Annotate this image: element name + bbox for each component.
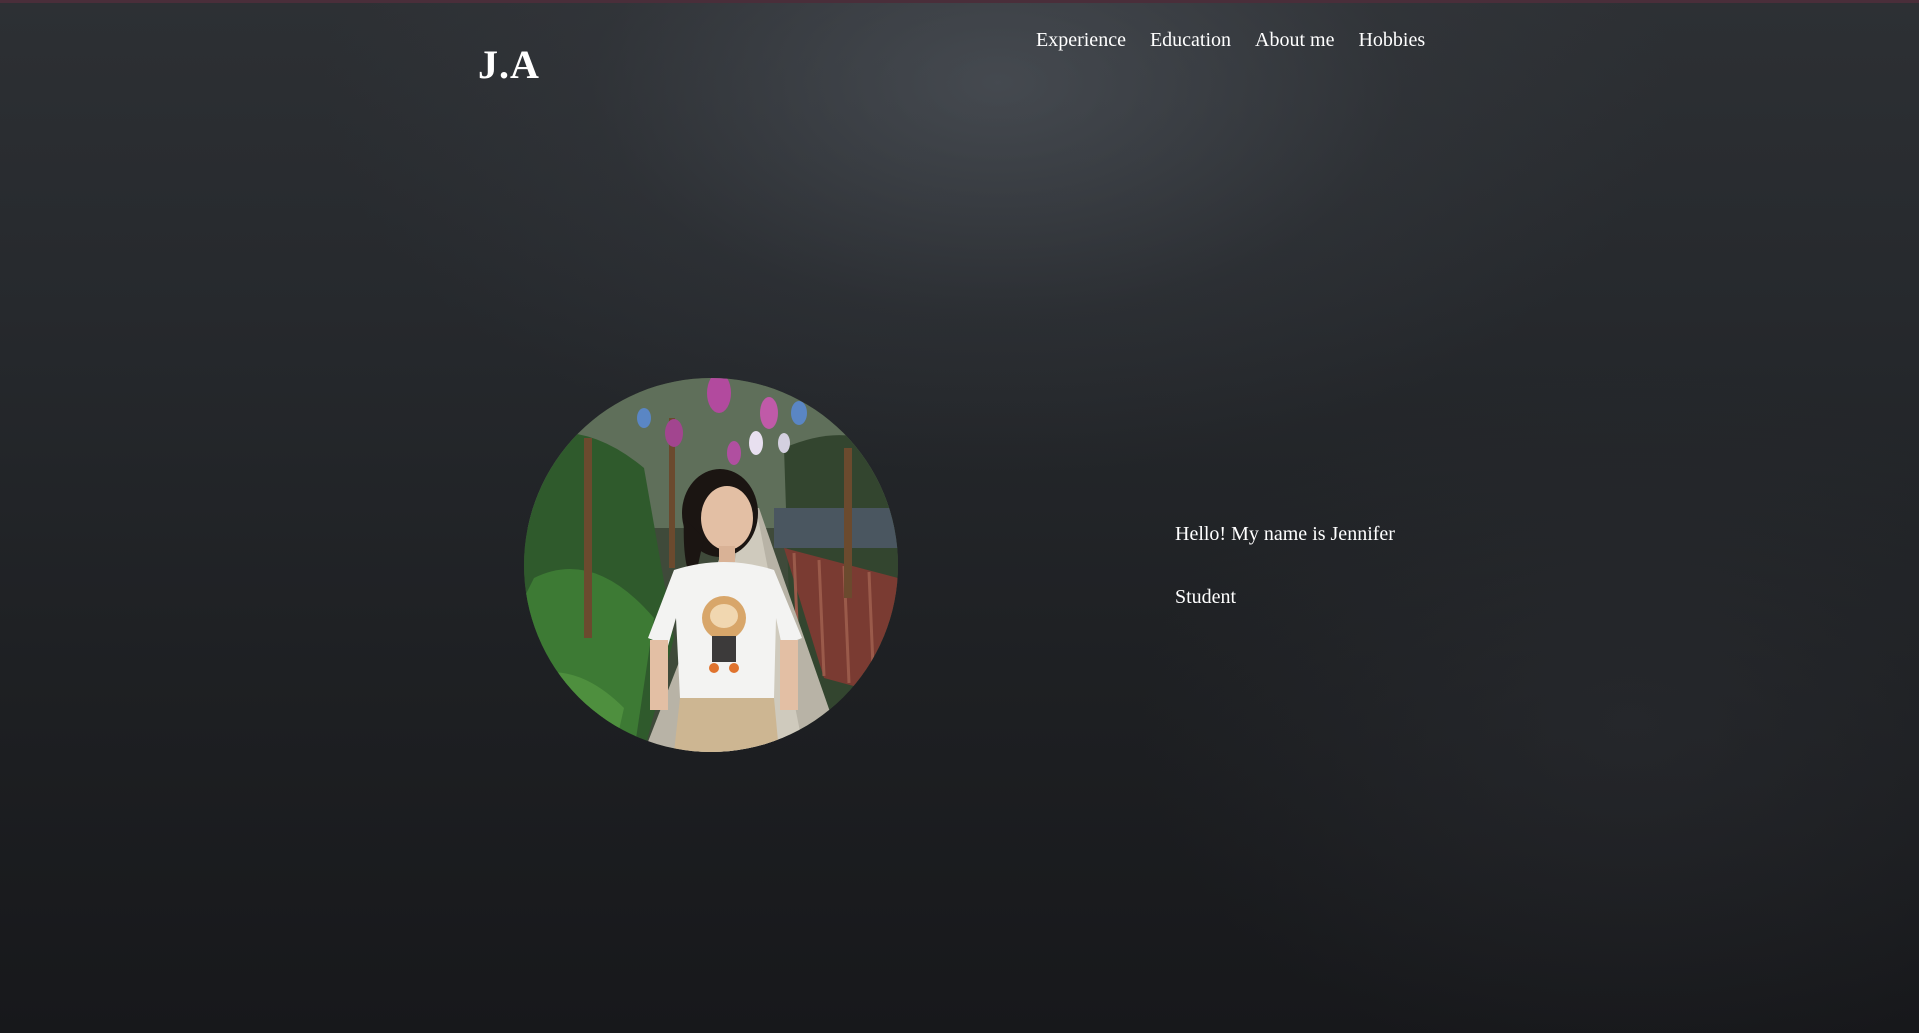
nav-link-experience[interactable]: Experience xyxy=(1036,26,1126,54)
nav-link-hobbies[interactable]: Hobbies xyxy=(1358,26,1425,54)
nav-link-education[interactable]: Education xyxy=(1150,26,1231,54)
site-logo[interactable]: J.A xyxy=(478,40,540,90)
greeting-text: Hello! My name is Jennifer xyxy=(1175,523,1395,545)
top-accent-line xyxy=(0,0,1919,3)
profile-photo xyxy=(524,378,898,752)
main-nav: Experience Education About me Hobbies xyxy=(1036,26,1425,54)
intro-block: Hello! My name is Jennifer Student xyxy=(1175,520,1395,611)
profile-photo-illustration xyxy=(524,378,898,752)
role-text: Student xyxy=(1175,586,1237,608)
nav-link-about-me[interactable]: About me xyxy=(1255,26,1334,54)
